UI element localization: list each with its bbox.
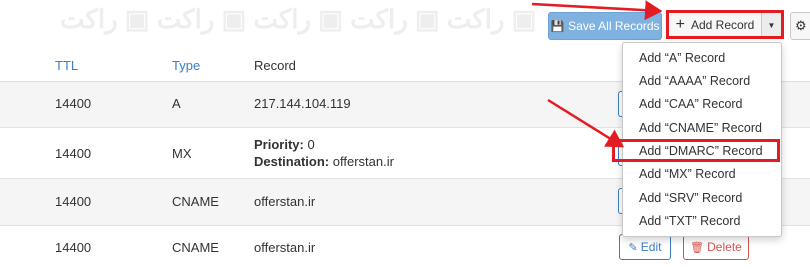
edit-button[interactable]: ✎ Edit (619, 234, 671, 260)
dropdown-item-add-a[interactable]: Add “A” Record (639, 51, 725, 65)
dropdown-item-add-caa[interactable]: Add “CAA” Record (639, 97, 743, 111)
priority-value: 0 (307, 137, 315, 152)
record-cell: offerstan.ir (254, 240, 316, 255)
ttl-cell: 14400 (55, 96, 92, 111)
edit-label: Edit (640, 240, 662, 254)
priority-label: Priority: (254, 137, 304, 152)
dropdown-item-add-cname[interactable]: Add “CNAME” Record (639, 121, 762, 135)
mx-record-cell: Priority: 0 Destination: offerstan.ir (254, 136, 394, 170)
record-cell: 217.144.104.119 (254, 96, 351, 111)
ttl-cell: 14400 (55, 240, 92, 255)
floppy-disk-icon: 💾 (550, 20, 565, 33)
record-column-header: Record (254, 58, 296, 73)
dropdown-item-add-srv[interactable]: Add “SRV” Record (639, 191, 742, 205)
destination-value: offerstan.ir (332, 154, 394, 169)
type-cell: A (172, 96, 181, 111)
destination-label: Destination: (254, 154, 330, 169)
ttl-cell: 14400 (55, 194, 92, 209)
save-all-records-button[interactable]: 💾 Save All Records (548, 12, 662, 40)
ttl-column-header[interactable]: TTL (55, 58, 78, 73)
ttl-cell: 14400 (55, 146, 92, 161)
gear-icon: ⚙ (795, 18, 807, 33)
type-column-header[interactable]: Type (172, 58, 200, 73)
dropdown-item-add-txt[interactable]: Add “TXT” Record (639, 214, 740, 228)
dropdown-item-add-aaaa[interactable]: Add “AAAA” Record (639, 74, 750, 88)
save-all-records-label: Save All Records (568, 19, 660, 33)
record-cell: offerstan.ir (254, 194, 316, 209)
pencil-icon: ✎ (628, 241, 638, 254)
watermark: راکت ▣ راکت ▣ راکت ▣ راکت ▣ راکت ▣ (60, 4, 537, 34)
delete-button[interactable]: 🗑 Delete (683, 234, 749, 260)
type-cell: MX (172, 146, 192, 161)
dmarc-highlight-box (612, 139, 780, 162)
type-cell: CNAME (172, 194, 219, 209)
delete-label: Delete (707, 240, 742, 254)
add-record-highlight-box (666, 10, 784, 39)
type-cell: CNAME (172, 240, 219, 255)
trash-icon: 🗑 (690, 241, 705, 254)
dropdown-item-add-mx[interactable]: Add “MX” Record (639, 167, 736, 181)
settings-button[interactable]: ⚙ (790, 12, 810, 40)
